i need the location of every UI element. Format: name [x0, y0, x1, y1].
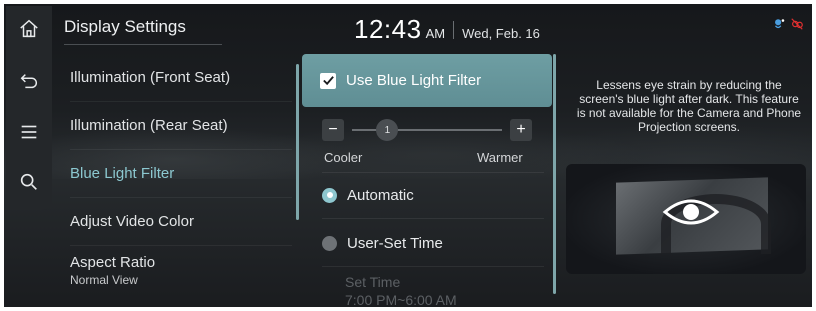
title-underline	[64, 44, 222, 45]
menu-scrollbar[interactable]	[296, 64, 299, 220]
display-settings-screen: Display Settings 12:43 AM Wed, Feb. 16 I…	[4, 4, 812, 307]
menu-item-label: Illumination (Front Seat)	[70, 69, 231, 86]
temperature-track[interactable]	[352, 129, 502, 131]
settings-menu: Illumination (Front Seat) Illumination (…	[70, 54, 292, 294]
clock-ampm: AM	[425, 26, 446, 41]
divider	[322, 218, 544, 219]
menu-item-blue-light-filter[interactable]: Blue Light Filter	[70, 150, 292, 198]
set-time-value: 7:00 PM~6:00 AM	[345, 292, 457, 307]
eye-icon	[662, 192, 720, 232]
clock: 12:43 AM Wed, Feb. 16	[354, 14, 540, 45]
color-temperature-stepper: − 1 +	[322, 119, 532, 141]
menu-item-aspect-ratio[interactable]: Aspect Ratio Normal View	[70, 246, 292, 294]
menu-item-illumination-front[interactable]: Illumination (Front Seat)	[70, 54, 292, 102]
side-rail	[6, 6, 52, 210]
radio-selected-icon	[322, 187, 337, 203]
decrease-button[interactable]: −	[322, 119, 344, 141]
set-time-item: Set Time 7:00 PM~6:00 AM	[345, 273, 457, 307]
panel-scrollbar[interactable]	[553, 54, 556, 294]
radio-unselected-icon	[322, 235, 337, 251]
temperature-knob[interactable]: 1	[376, 119, 399, 141]
blue-light-preview-image	[566, 164, 806, 274]
option-label: User-Set Time	[347, 234, 443, 252]
back-button[interactable]	[6, 60, 52, 106]
blue-light-filter-panel: Use Blue Light Filter − 1 + Cooler Warme…	[302, 54, 552, 307]
set-time-label: Set Time	[345, 274, 401, 290]
use-blue-light-filter-toggle[interactable]: Use Blue Light Filter	[302, 54, 552, 107]
menu-item-illumination-rear[interactable]: Illumination (Rear Seat)	[70, 102, 292, 150]
increase-button[interactable]: +	[510, 119, 532, 141]
divider	[322, 266, 544, 267]
back-icon	[18, 70, 40, 97]
menu-item-label: Adjust Video Color	[70, 213, 194, 230]
menu-item-adjust-video-color[interactable]: Adjust Video Color	[70, 198, 292, 246]
menu-icon	[18, 121, 40, 148]
page-title: Display Settings	[64, 17, 186, 36]
menu-item-label: Illumination (Rear Seat)	[70, 117, 228, 134]
home-icon	[18, 18, 40, 45]
clock-date: Wed, Feb. 16	[462, 26, 540, 41]
clock-time: 12:43	[354, 14, 422, 44]
clock-divider	[453, 20, 455, 39]
home-button[interactable]	[6, 8, 52, 54]
option-automatic[interactable]: Automatic	[322, 180, 542, 210]
search-button[interactable]	[6, 161, 52, 207]
checkmark-icon	[322, 76, 334, 86]
search-icon	[18, 171, 40, 198]
connection-off-icon	[790, 17, 804, 36]
menu-item-label: Blue Light Filter	[70, 165, 175, 182]
blue-light-checkbox[interactable]	[320, 72, 336, 89]
voice-assistant-icon	[772, 17, 786, 36]
status-icons	[772, 17, 804, 36]
menu-button[interactable]	[6, 111, 52, 157]
menu-item-sublabel: Normal View	[70, 272, 138, 287]
option-label: Automatic	[347, 186, 414, 204]
option-user-set-time[interactable]: User-Set Time	[322, 228, 542, 258]
warmer-label: Warmer	[477, 150, 523, 165]
divider	[322, 172, 544, 173]
filter-label: Use Blue Light Filter	[346, 72, 482, 89]
cooler-label: Cooler	[324, 150, 363, 165]
feature-description: Lessens eye strain by reducing the scree…	[576, 78, 802, 134]
menu-item-label: Aspect Ratio	[70, 253, 156, 271]
